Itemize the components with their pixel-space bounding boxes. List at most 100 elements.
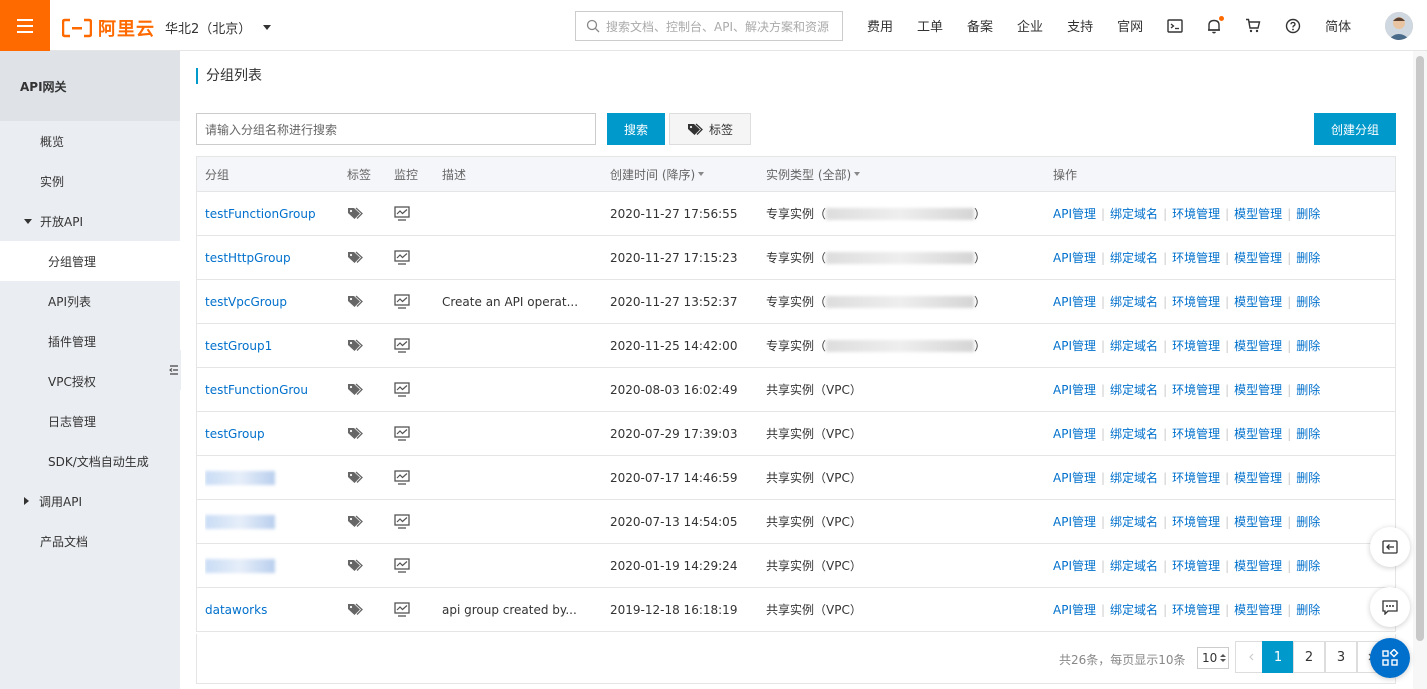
cell-monitor[interactable]	[394, 544, 424, 587]
delete-link[interactable]: 删除	[1296, 293, 1320, 310]
nav-fees[interactable]: 费用	[855, 0, 905, 51]
model-manage-link[interactable]: 模型管理	[1234, 469, 1282, 486]
env-manage-link[interactable]: 环境管理	[1172, 381, 1220, 398]
delete-link[interactable]: 删除	[1296, 381, 1320, 398]
sidebar-group-call-api[interactable]: 调用API	[0, 481, 180, 521]
bind-domain-link[interactable]: 绑定域名	[1110, 557, 1158, 574]
sidebar-item-vpc-auth[interactable]: VPC授权	[0, 361, 180, 401]
api-manage-link[interactable]: API管理	[1053, 293, 1096, 310]
delete-link[interactable]: 删除	[1296, 425, 1320, 442]
cell-tag[interactable]	[347, 500, 377, 543]
cell-monitor[interactable]	[394, 456, 424, 499]
sidebar-item-plugins[interactable]: 插件管理	[0, 321, 180, 361]
bind-domain-link[interactable]: 绑定域名	[1110, 469, 1158, 486]
env-manage-link[interactable]: 环境管理	[1172, 249, 1220, 266]
delete-link[interactable]: 删除	[1296, 337, 1320, 354]
cell-tag[interactable]	[347, 588, 377, 631]
bind-domain-link[interactable]: 绑定域名	[1110, 513, 1158, 530]
model-manage-link[interactable]: 模型管理	[1234, 205, 1282, 222]
cell-tag[interactable]	[347, 544, 377, 587]
notification-button[interactable]	[1195, 0, 1233, 51]
nav-enterprise[interactable]: 企业	[1005, 0, 1055, 51]
delete-link[interactable]: 删除	[1296, 205, 1320, 222]
api-manage-link[interactable]: API管理	[1053, 337, 1096, 354]
env-manage-link[interactable]: 环境管理	[1172, 205, 1220, 222]
model-manage-link[interactable]: 模型管理	[1234, 513, 1282, 530]
redacted-group-name[interactable]	[205, 470, 275, 485]
scrollbar-thumb[interactable]	[1416, 56, 1424, 641]
group-name-link[interactable]: testHttpGroup	[205, 251, 291, 265]
cell-tag[interactable]	[347, 192, 377, 235]
cell-tag[interactable]	[347, 280, 377, 323]
bind-domain-link[interactable]: 绑定域名	[1110, 425, 1158, 442]
cell-monitor[interactable]	[394, 588, 424, 631]
env-manage-link[interactable]: 环境管理	[1172, 557, 1220, 574]
bind-domain-link[interactable]: 绑定域名	[1110, 601, 1158, 618]
delete-link[interactable]: 删除	[1296, 249, 1320, 266]
delete-link[interactable]: 删除	[1296, 513, 1320, 530]
page-button-3[interactable]: 3	[1325, 641, 1357, 673]
terminal-button[interactable]	[1155, 0, 1195, 51]
group-name-link[interactable]: testVpcGroup	[205, 295, 287, 309]
api-manage-link[interactable]: API管理	[1053, 601, 1096, 618]
app-grid-button[interactable]	[1370, 638, 1410, 678]
group-name-link[interactable]: dataworks	[205, 603, 267, 617]
group-name-link[interactable]: testFunctionGrou	[205, 383, 308, 397]
menu-button[interactable]	[0, 0, 50, 51]
group-name-link[interactable]: testGroup	[205, 427, 265, 441]
page-button-1[interactable]: 1	[1262, 641, 1294, 673]
header-time-sort[interactable]: 创建时间 (降序)	[610, 157, 760, 191]
header-type-filter[interactable]: 实例类型 (全部)	[766, 157, 986, 191]
nav-official-site[interactable]: 官网	[1105, 0, 1155, 51]
cell-monitor[interactable]	[394, 192, 424, 235]
model-manage-link[interactable]: 模型管理	[1234, 601, 1282, 618]
api-manage-link[interactable]: API管理	[1053, 249, 1096, 266]
create-group-button[interactable]: 创建分组	[1314, 113, 1396, 145]
group-name-link[interactable]: testFunctionGroup	[205, 207, 316, 221]
cart-button[interactable]	[1233, 0, 1273, 51]
redacted-group-name[interactable]	[205, 514, 275, 529]
nav-icp[interactable]: 备案	[955, 0, 1005, 51]
env-manage-link[interactable]: 环境管理	[1172, 425, 1220, 442]
api-manage-link[interactable]: API管理	[1053, 513, 1096, 530]
region-selector[interactable]: 华北2（北京）	[165, 18, 272, 37]
sidebar-item-api-list[interactable]: API列表	[0, 281, 180, 321]
sidebar-item-instances[interactable]: 实例	[0, 161, 180, 201]
help-button[interactable]	[1273, 0, 1313, 51]
model-manage-link[interactable]: 模型管理	[1234, 381, 1282, 398]
group-name-link[interactable]: testGroup1	[205, 339, 272, 353]
cell-monitor[interactable]	[394, 412, 424, 455]
language-switch[interactable]: 简体	[1313, 0, 1363, 51]
cell-monitor[interactable]	[394, 236, 424, 279]
global-search-input[interactable]: 搜索文档、控制台、API、解决方案和资源	[575, 11, 843, 41]
cell-tag[interactable]	[347, 368, 377, 411]
brand-logo[interactable]: 阿里云	[62, 15, 155, 41]
model-manage-link[interactable]: 模型管理	[1234, 337, 1282, 354]
group-search-input[interactable]: 请输入分组名称进行搜索	[196, 113, 596, 145]
api-manage-link[interactable]: API管理	[1053, 557, 1096, 574]
env-manage-link[interactable]: 环境管理	[1172, 601, 1220, 618]
page-button-2[interactable]: 2	[1293, 641, 1325, 673]
cell-monitor[interactable]	[394, 280, 424, 323]
redacted-group-name[interactable]	[205, 558, 275, 573]
model-manage-link[interactable]: 模型管理	[1234, 425, 1282, 442]
page-size-select[interactable]: 10	[1197, 647, 1229, 669]
bind-domain-link[interactable]: 绑定域名	[1110, 293, 1158, 310]
sidebar-item-overview[interactable]: 概览	[0, 121, 180, 161]
api-manage-link[interactable]: API管理	[1053, 425, 1096, 442]
cell-tag[interactable]	[347, 324, 377, 367]
model-manage-link[interactable]: 模型管理	[1234, 249, 1282, 266]
sidebar-collapse-toggle[interactable]	[167, 350, 181, 390]
api-manage-link[interactable]: API管理	[1053, 205, 1096, 222]
tag-filter-button[interactable]: 标签	[669, 113, 751, 145]
chat-button[interactable]	[1370, 587, 1410, 627]
cell-monitor[interactable]	[394, 324, 424, 367]
sidebar-group-open-api[interactable]: 开放API	[0, 201, 180, 241]
delete-link[interactable]: 删除	[1296, 469, 1320, 486]
api-manage-link[interactable]: API管理	[1053, 381, 1096, 398]
feedback-button[interactable]	[1370, 527, 1410, 567]
cell-tag[interactable]	[347, 412, 377, 455]
api-manage-link[interactable]: API管理	[1053, 469, 1096, 486]
bind-domain-link[interactable]: 绑定域名	[1110, 381, 1158, 398]
delete-link[interactable]: 删除	[1296, 601, 1320, 618]
